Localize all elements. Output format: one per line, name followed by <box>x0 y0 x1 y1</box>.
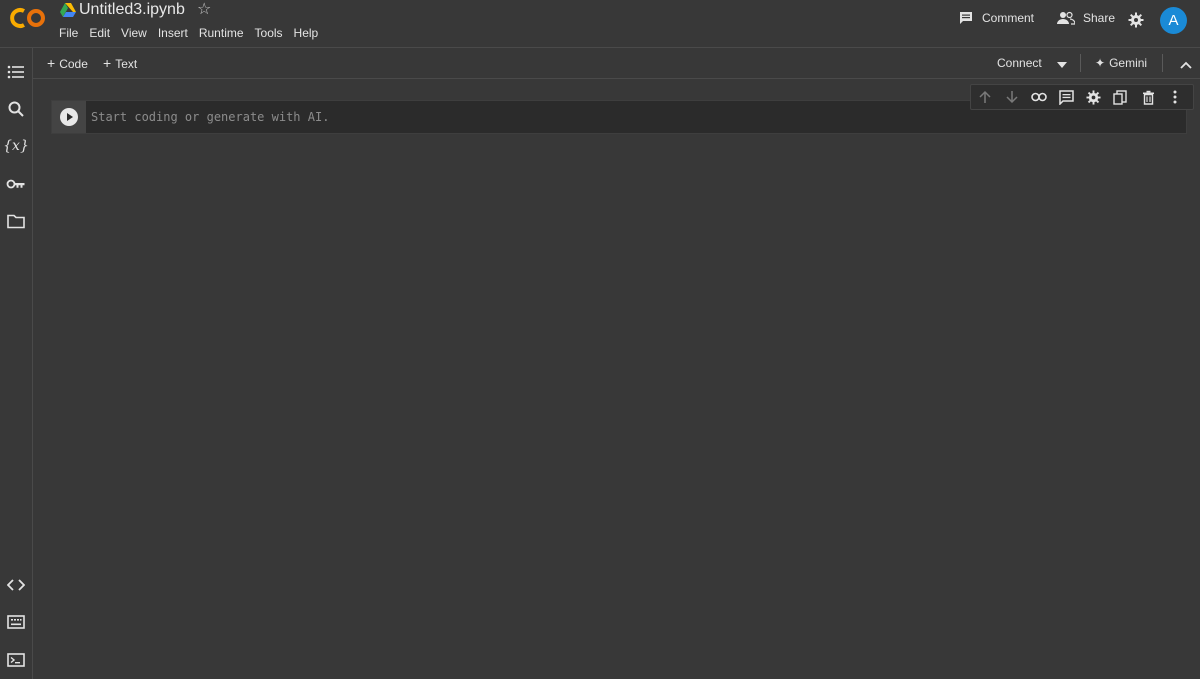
notebook-toolbar: + Code + Text Connect ✦ Gemini <box>33 48 1200 79</box>
plus-icon: + <box>47 55 56 71</box>
gemini-label: Gemini <box>1109 56 1148 70</box>
more-vert-icon[interactable] <box>1166 88 1184 106</box>
google-drive-icon[interactable] <box>60 3 76 17</box>
link-icon[interactable] <box>1030 88 1048 106</box>
chevron-up-icon <box>1180 61 1192 69</box>
toolbar-divider <box>1080 54 1081 72</box>
add-text-label: Text <box>115 57 138 71</box>
add-code-label: Code <box>59 57 88 71</box>
menu-file[interactable]: File <box>59 25 78 41</box>
secrets-key-icon[interactable] <box>6 174 26 194</box>
add-text-button[interactable]: + Text <box>103 56 137 71</box>
comment-icon <box>960 12 972 24</box>
cell-gutter <box>52 101 86 133</box>
people-icon <box>1057 11 1075 25</box>
colab-logo[interactable] <box>10 6 48 30</box>
cell-toolbar <box>970 84 1194 110</box>
account-avatar[interactable]: A <box>1160 7 1187 34</box>
mirror-cell-icon[interactable] <box>1111 88 1129 106</box>
table-of-contents-icon[interactable] <box>6 62 26 82</box>
toolbar-divider <box>1162 54 1163 72</box>
menu-help[interactable]: Help <box>294 25 319 41</box>
move-up-icon[interactable] <box>976 88 994 106</box>
caret-down-icon <box>1057 62 1067 68</box>
comment-label: Comment <box>982 11 1035 25</box>
gear-icon <box>1128 12 1144 28</box>
gemini-button[interactable]: ✦ Gemini <box>1095 56 1147 70</box>
star-icon[interactable]: ☆ <box>197 0 211 20</box>
settings-icon[interactable] <box>1084 88 1102 106</box>
share-button[interactable]: Share <box>1057 10 1115 26</box>
move-down-icon[interactable] <box>1003 88 1021 106</box>
share-label: Share <box>1083 11 1116 25</box>
menu-runtime[interactable]: Runtime <box>199 25 244 41</box>
search-icon[interactable] <box>6 99 26 119</box>
sparkle-icon: ✦ <box>1095 56 1106 70</box>
variables-icon[interactable]: {x} <box>3 136 29 156</box>
add-code-button[interactable]: + Code <box>47 56 88 71</box>
cell-editor[interactable]: Start coding or generate with AI. <box>91 110 329 124</box>
collapse-header-button[interactable] <box>1180 58 1192 72</box>
left-sidebar: {x} <box>0 48 33 679</box>
top-bar: Untitled3.ipynb ☆ File Edit View Insert … <box>0 0 1200 48</box>
code-snippets-icon[interactable] <box>6 575 26 595</box>
menu-insert[interactable]: Insert <box>158 25 188 41</box>
connect-dropdown-button[interactable] <box>1057 57 1067 71</box>
comment-icon[interactable] <box>1057 88 1075 106</box>
command-palette-icon[interactable] <box>6 612 26 632</box>
files-folder-icon[interactable] <box>6 211 26 231</box>
settings-button[interactable] <box>1128 12 1152 28</box>
connect-button[interactable]: Connect <box>997 56 1042 70</box>
menu-view[interactable]: View <box>121 25 147 41</box>
terminal-icon[interactable] <box>6 650 26 670</box>
menu-tools[interactable]: Tools <box>255 25 283 41</box>
delete-icon[interactable] <box>1139 88 1157 106</box>
run-cell-button[interactable] <box>60 108 78 126</box>
menu-bar: File Edit View Insert Runtime Tools Help <box>59 25 329 41</box>
plus-icon: + <box>103 55 112 71</box>
menu-edit[interactable]: Edit <box>89 25 110 41</box>
comment-button[interactable]: Comment <box>958 10 1034 26</box>
notebook-title[interactable]: Untitled3.ipynb <box>79 0 185 20</box>
